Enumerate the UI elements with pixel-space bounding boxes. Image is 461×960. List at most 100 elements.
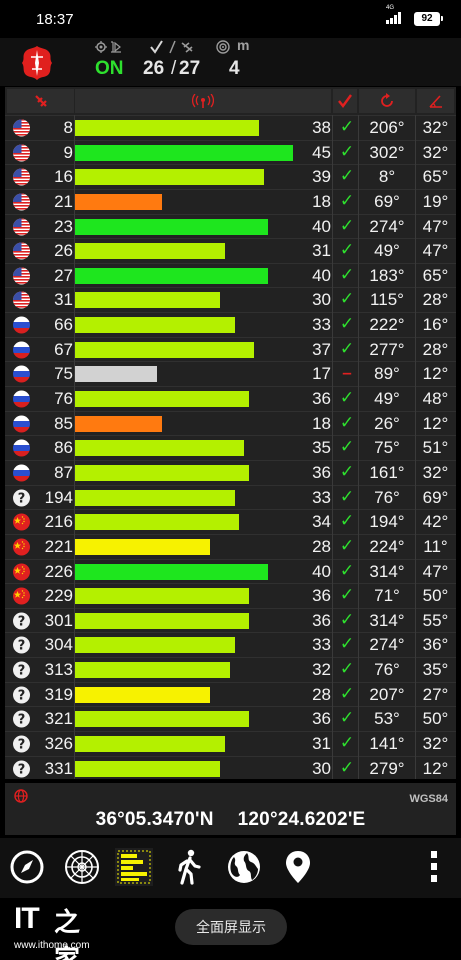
used-check-icon: ✓	[339, 314, 355, 334]
azimuth-value: 49°	[374, 389, 400, 409]
satellite-row[interactable]: ? 321 36 ✓ 53° 50°	[5, 706, 456, 731]
azimuth-value: 224°	[369, 536, 405, 556]
satellite-row[interactable]: ? 331 30 ✓ 279° 12°	[5, 755, 456, 781]
coordinates: 36°05.3470'N 120°24.6202'E	[5, 809, 456, 831]
satellite-row[interactable]: 216 34 ✓ 194° 42°	[5, 509, 456, 534]
satellite-row[interactable]: 76 36 ✓ 49° 48°	[5, 386, 456, 411]
col-header-used[interactable]	[333, 89, 357, 113]
fullscreen-display-button[interactable]: 全面屏显示	[175, 909, 287, 945]
walk-icon[interactable]	[170, 848, 208, 886]
satellite-row[interactable]: 8 38 ✓ 206° 32°	[5, 115, 456, 140]
satellite-row[interactable]: 26 31 ✓ 49° 47°	[5, 238, 456, 263]
unknown-constellation-icon: ?	[13, 661, 30, 679]
snr-bar	[75, 711, 249, 728]
snr-value: 31	[312, 241, 331, 261]
col-header-azimuth[interactable]	[359, 89, 415, 113]
signal-bars-icon[interactable]	[115, 848, 153, 886]
svg-text:?: ?	[18, 688, 26, 703]
satellite-row[interactable]: 66 33 ✓ 222° 16°	[5, 312, 456, 337]
satellite-row[interactable]: 86 35 ✓ 75° 51°	[5, 435, 456, 460]
azimuth-value: 8°	[378, 167, 396, 187]
bottom-toolbar	[0, 838, 461, 898]
col-header-snr[interactable]	[75, 89, 331, 113]
satellite-prn: 301	[44, 610, 73, 630]
satellite-prn: 21	[54, 191, 73, 211]
status-time: 18:37	[36, 11, 74, 28]
elevation-value: 12°	[422, 758, 449, 778]
snr-bar	[75, 144, 293, 161]
snr-value: 36	[312, 462, 331, 482]
globe-icon[interactable]	[225, 848, 263, 886]
snr-bar-cell: 37	[75, 340, 331, 360]
flag-russia-icon	[13, 365, 30, 383]
snr-bar-cell: 45	[75, 143, 331, 163]
satellite-row[interactable]: 87 36 ✓ 161° 32°	[5, 459, 456, 485]
col-header-elevation[interactable]	[417, 89, 454, 113]
snr-bar	[75, 317, 235, 334]
satellite-row[interactable]: ? 304 33 ✓ 274° 36°	[5, 632, 456, 657]
map-pin-icon[interactable]	[279, 848, 317, 886]
snr-bar-cell: 30	[75, 290, 331, 310]
used-check-icon: ✓	[339, 461, 355, 481]
snr-bar-cell: 28	[75, 685, 331, 705]
unknown-constellation-icon: ?	[13, 686, 30, 704]
satellite-row[interactable]: 23 40 ✓ 274° 47°	[5, 213, 456, 239]
satellite-row[interactable]: 9 45 ✓ 302° 32°	[5, 139, 456, 165]
watermark-brand-cn: 之家	[54, 907, 81, 960]
used-check-icon: ✓	[339, 412, 355, 432]
satellite-row[interactable]: ? 326 31 ✓ 141° 32°	[5, 731, 456, 756]
flag-usa-icon	[13, 218, 30, 236]
azimuth-value: 302°	[369, 142, 405, 162]
satellite-row[interactable]: 75 17– 89° 12°	[5, 361, 456, 386]
snr-bar-cell: 36	[75, 611, 331, 631]
satellite-row[interactable]: 226 40 ✓ 314° 47°	[5, 558, 456, 584]
snr-value: 33	[312, 315, 331, 335]
flag-usa-icon	[13, 267, 30, 285]
used-check-icon: ✓	[339, 683, 355, 703]
datum-label: WGS84	[409, 793, 448, 805]
svg-text:?: ?	[18, 491, 26, 506]
satellite-row[interactable]: ? 301 36 ✓ 314° 55°	[5, 607, 456, 633]
satellite-row[interactable]: 27 40 ✓ 183° 65°	[5, 262, 456, 288]
snr-bar	[75, 464, 249, 481]
radar-icon[interactable]	[63, 848, 101, 886]
snr-bar	[75, 243, 225, 260]
elevation-value: 35°	[422, 660, 449, 680]
satellite-row[interactable]: 221 28 ✓ 224° 11°	[5, 533, 456, 559]
snr-bar-cell: 28	[75, 537, 331, 557]
used-check-icon: ✓	[339, 264, 355, 284]
snr-bar-cell: 40	[75, 562, 331, 582]
satellite-row[interactable]: 21 18 ✓ 69° 19°	[5, 188, 456, 214]
flag-usa-icon	[13, 291, 30, 309]
flag-russia-icon	[13, 439, 30, 457]
used-check-icon: ✓	[339, 289, 355, 309]
unknown-constellation-icon: ?	[13, 489, 30, 507]
satellite-row[interactable]: 229 36 ✓ 71° 50°	[5, 583, 456, 608]
elevation-value: 11°	[423, 536, 448, 556]
azimuth-value: 194°	[369, 512, 405, 532]
snr-value: 38	[312, 118, 331, 137]
elevation-value: 65°	[422, 167, 449, 187]
satellite-row[interactable]: 67 37 ✓ 277° 28°	[5, 336, 456, 362]
col-header-prn[interactable]	[7, 89, 74, 113]
compass-icon[interactable]	[8, 848, 46, 886]
snr-bar	[75, 662, 230, 679]
satellite-row[interactable]: ? 319 28 ✓ 207° 27°	[5, 681, 456, 707]
satellite-row[interactable]: 31 30 ✓ 115° 28°	[5, 287, 456, 312]
satellite-row[interactable]: ? 313 32 ✓ 76° 35°	[5, 657, 456, 682]
satellite-row[interactable]: 85 18 ✓ 26° 12°	[5, 410, 456, 436]
location-panel[interactable]: WGS84 36°05.3470'N 120°24.6202'E	[5, 783, 456, 835]
satellite-prn: 304	[44, 635, 73, 655]
svg-text:?: ?	[18, 639, 26, 654]
satellite-row[interactable]: 16 39 ✓ 8° 65°	[5, 164, 456, 189]
satellite-prn: 226	[44, 561, 73, 581]
more-vert-icon[interactable]	[415, 848, 453, 886]
azimuth-value: 314°	[369, 561, 405, 581]
elevation-value: 47°	[422, 561, 449, 581]
cellular-signal-icon: 4G	[386, 5, 401, 24]
app-logo-icon[interactable]	[19, 45, 55, 81]
divider	[358, 115, 359, 779]
unknown-constellation-icon: ?	[13, 710, 30, 728]
snr-bar	[75, 686, 210, 703]
satellite-row[interactable]: ? 194 33 ✓ 76° 69°	[5, 484, 456, 510]
